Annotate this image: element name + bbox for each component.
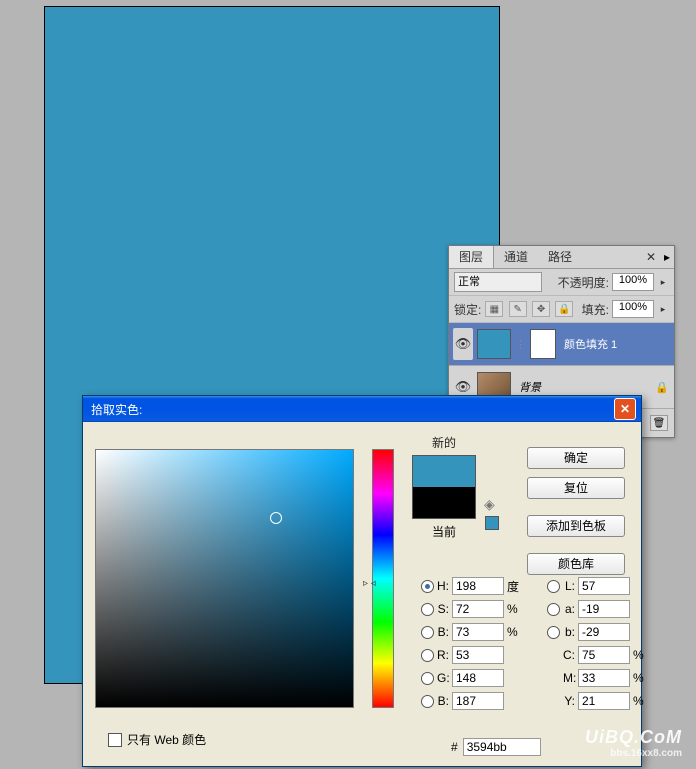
input-r[interactable] [452,646,504,664]
panel-tabs: 图层 通道 路径 ✕ ▸ [449,246,674,269]
input-b-rgb[interactable] [452,692,504,710]
visibility-toggle-icon[interactable]: 👁 [453,379,473,395]
mask-thumbnail[interactable] [530,329,556,359]
color-cursor-icon[interactable] [270,512,282,524]
input-l[interactable] [578,577,630,595]
unit-b-hsb: % [507,625,523,639]
panel-collapse-icon[interactable]: ✕ [642,250,660,264]
color-picker-dialog: 拾取实色: ✕ ▹ ◃ 新的 当前 ◈ 确定 复位 添加到色板 颜色库 H: [82,395,642,767]
color-field[interactable] [95,449,354,708]
radio-s[interactable] [421,603,434,616]
tab-channels[interactable]: 通道 [494,246,538,268]
current-label: 当前 [412,523,476,540]
reset-button[interactable]: 复位 [527,477,625,499]
unit-y: % [633,694,649,708]
lock-label: 锁定: [454,301,481,318]
dialog-body: ▹ ◃ 新的 当前 ◈ 确定 复位 添加到色板 颜色库 H: 度 L: [83,422,641,766]
trash-icon[interactable]: 🗑 [650,415,668,431]
radio-b-lab[interactable] [547,626,560,639]
input-b-hsb[interactable] [452,623,504,641]
hex-input[interactable] [463,738,541,756]
web-only-label: 只有 Web 颜色 [127,731,206,748]
label-m: M: [563,671,575,685]
lock-fill-row: 锁定: ▦ ✎ ✥ 🔒 填充: 100% ▸ [449,296,674,323]
radio-b-rgb[interactable] [421,695,434,708]
current-color-swatch[interactable] [413,487,475,518]
radio-g[interactable] [421,672,434,685]
lock-transparency-icon[interactable]: ▦ [485,301,503,317]
input-c[interactable] [578,646,630,664]
unit-s: % [507,602,523,616]
gamut-warning-icon[interactable]: ◈ [484,496,495,513]
radio-r[interactable] [421,649,434,662]
tab-layers[interactable]: 图层 [449,246,494,268]
lock-position-icon[interactable]: ✥ [532,301,550,317]
layer-name[interactable]: 背景 [515,379,650,395]
label-h: H: [437,579,449,593]
dialog-titlebar[interactable]: 拾取实色: ✕ [83,396,641,422]
label-s: S: [437,602,449,616]
tab-paths[interactable]: 路径 [538,246,582,268]
radio-b-hsb[interactable] [421,626,434,639]
link-icon[interactable]: ⋮ [515,338,526,351]
hex-row: # [451,738,541,756]
unit-h: 度 [507,578,523,595]
blend-mode-select[interactable]: 正常 [454,272,542,292]
new-label: 新的 [412,434,476,451]
web-only like-only-row: 只有 Web 颜色 [108,731,206,748]
lock-pixels-icon[interactable]: ✎ [509,301,527,317]
label-g: G: [437,671,449,685]
radio-a[interactable] [547,603,560,616]
label-y: Y: [563,694,575,708]
label-c: C: [563,648,575,662]
unit-c: % [633,648,649,662]
add-swatch-button[interactable]: 添加到色板 [527,515,625,537]
input-h[interactable] [452,577,504,595]
swatch-box [412,455,476,519]
web-only-checkbox[interactable] [108,733,122,747]
fill-stepper-icon[interactable]: ▸ [657,304,669,315]
opacity-label: 不透明度: [558,274,609,291]
radio-l[interactable] [547,580,560,593]
new-color-swatch[interactable] [413,456,475,487]
close-button[interactable]: ✕ [614,398,636,420]
fill-thumbnail[interactable] [477,329,511,359]
label-l: L: [563,579,575,593]
fill-label: 填充: [582,301,609,318]
input-a[interactable] [578,600,630,618]
layer-name[interactable]: 颜色填充 1 [560,336,670,352]
input-g[interactable] [452,669,504,687]
input-y[interactable] [578,692,630,710]
input-b-lab[interactable] [578,623,630,641]
fill-field[interactable]: 100% [612,300,654,318]
color-libraries-button[interactable]: 颜色库 [527,553,625,575]
visibility-toggle-icon[interactable]: 👁 [453,328,473,360]
opacity-field[interactable]: 100% [612,273,654,291]
panel-menu-icon[interactable]: ▸ [660,250,674,264]
label-b-lab: b: [563,625,575,639]
lock-all-icon[interactable]: 🔒 [555,301,573,317]
radio-h[interactable] [421,580,434,593]
hue-slider-arrows-icon[interactable]: ▹ ◃ [363,578,376,589]
hex-label: # [451,740,458,754]
lock-icons: ▦ ✎ ✥ 🔒 [484,301,574,318]
input-s[interactable] [452,600,504,618]
opacity-stepper-icon[interactable]: ▸ [657,277,669,288]
label-b-hsb: B: [437,625,449,639]
dialog-buttons: 确定 复位 添加到色板 颜色库 [527,447,625,575]
color-values-grid: H: 度 L: S: % a: B: % b: [421,577,649,710]
label-b-rgb: B: [437,694,449,708]
lock-icon: 🔒 [654,381,670,394]
websafe-swatch[interactable] [485,516,499,530]
layer-row-colorfill[interactable]: 👁 ⋮ 颜色填充 1 [449,323,674,366]
label-r: R: [437,648,449,662]
label-a: a: [563,602,575,616]
unit-m: % [633,671,649,685]
blend-opacity-row: 正常 不透明度: 100% ▸ [449,269,674,296]
dialog-title: 拾取实色: [88,401,614,418]
input-m[interactable] [578,669,630,687]
ok-button[interactable]: 确定 [527,447,625,469]
